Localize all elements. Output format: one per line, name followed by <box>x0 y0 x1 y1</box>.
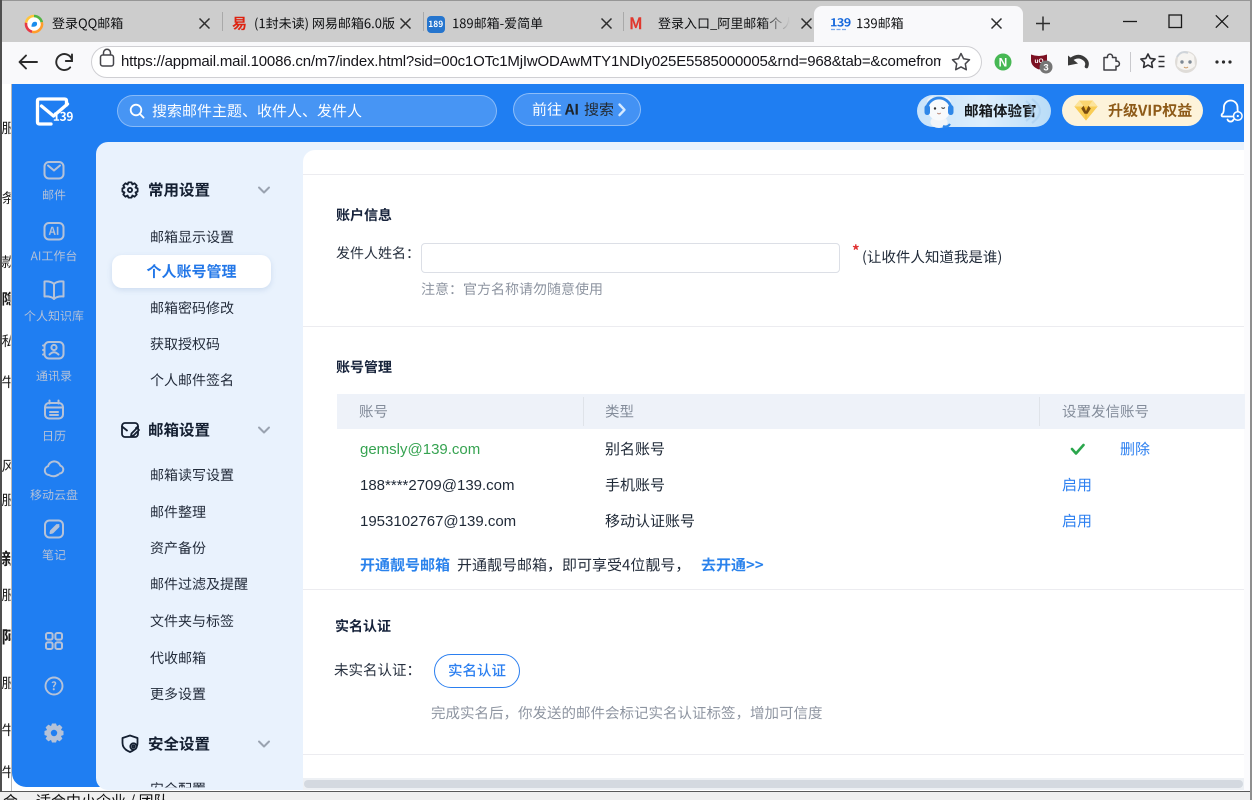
svg-text:3: 3 <box>1043 63 1048 74</box>
svg-text:N: N <box>999 56 1008 70</box>
